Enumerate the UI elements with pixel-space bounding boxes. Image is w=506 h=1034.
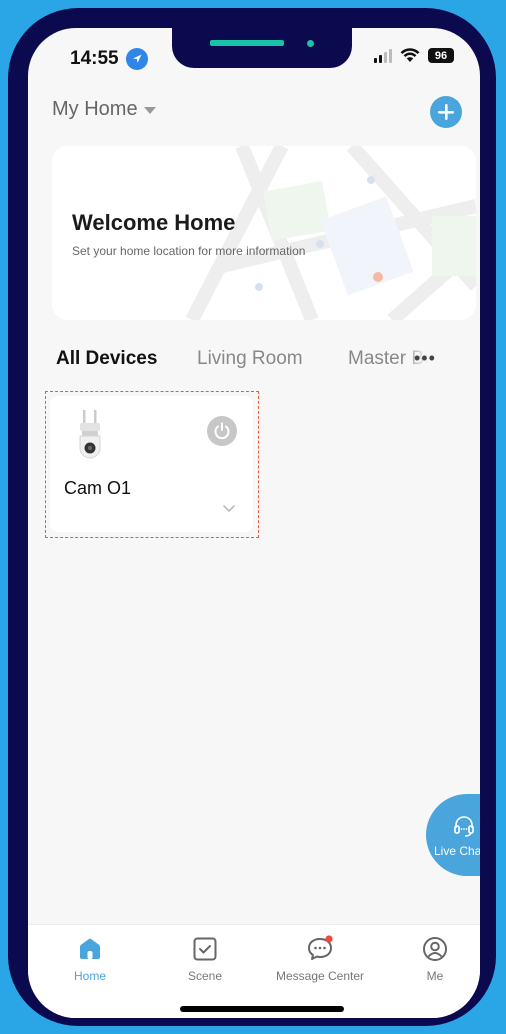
battery-indicator: 96 [428, 48, 454, 63]
nav-message-center-label: Message Center [275, 969, 365, 983]
more-rooms-icon[interactable]: ••• [414, 348, 436, 369]
security-camera-icon [79, 410, 101, 459]
live-chat-button[interactable]: Live Chat [426, 794, 480, 876]
plus-icon [438, 104, 454, 120]
phone-frame: 14:55 96 My Home Welcome Home Set your h… [8, 8, 496, 1026]
nav-me-label: Me [426, 969, 444, 983]
tab-all-devices[interactable]: All Devices [56, 348, 157, 370]
welcome-title: Welcome Home [72, 210, 236, 235]
nav-me[interactable]: Me [380, 935, 480, 983]
user-icon [423, 937, 447, 961]
location-arrow-icon [126, 48, 148, 70]
nav-scene-label: Scene [187, 969, 223, 983]
welcome-card[interactable]: Welcome Home Set your home location for … [52, 146, 476, 320]
chevron-down-icon[interactable] [222, 504, 236, 514]
nav-home[interactable]: Home [35, 935, 145, 983]
notch [172, 28, 352, 68]
wifi-icon [400, 48, 420, 62]
status-time: 14:55 [70, 48, 119, 69]
message-icon [308, 935, 333, 960]
add-device-button[interactable] [430, 96, 462, 128]
speaker [210, 40, 284, 46]
tab-living-room[interactable]: Living Room [197, 348, 303, 370]
device-name: Cam O1 [64, 478, 132, 498]
home-indicator[interactable] [180, 1006, 344, 1012]
nav-message-center[interactable]: Message Center [265, 935, 375, 983]
front-camera [307, 40, 314, 47]
room-tabs: All Devices Living Room Master Bedroom [56, 348, 466, 372]
welcome-subtitle: Set your home location for more informat… [72, 244, 306, 258]
headset-icon [454, 816, 474, 837]
phone-screen: 14:55 96 My Home Welcome Home Set your h… [28, 28, 480, 1018]
home-name: My Home [52, 98, 138, 120]
signal-icon [374, 48, 392, 63]
bottom-nav: Home Scene Message Center Me [28, 924, 480, 1018]
home-icon [80, 938, 100, 959]
power-icon [214, 422, 230, 440]
live-chat-label: Live Chat [434, 844, 480, 858]
caret-down-icon [143, 107, 156, 114]
power-button[interactable] [207, 416, 237, 446]
nav-home-label: Home [73, 969, 106, 983]
device-card[interactable]: Cam O1 [50, 396, 253, 532]
notification-badge [325, 935, 333, 943]
scene-icon [193, 937, 217, 961]
status-icons: 96 [374, 48, 454, 63]
device-highlight: Cam O1 [45, 391, 259, 538]
nav-scene[interactable]: Scene [150, 935, 260, 983]
home-selector[interactable]: My Home [52, 98, 156, 121]
